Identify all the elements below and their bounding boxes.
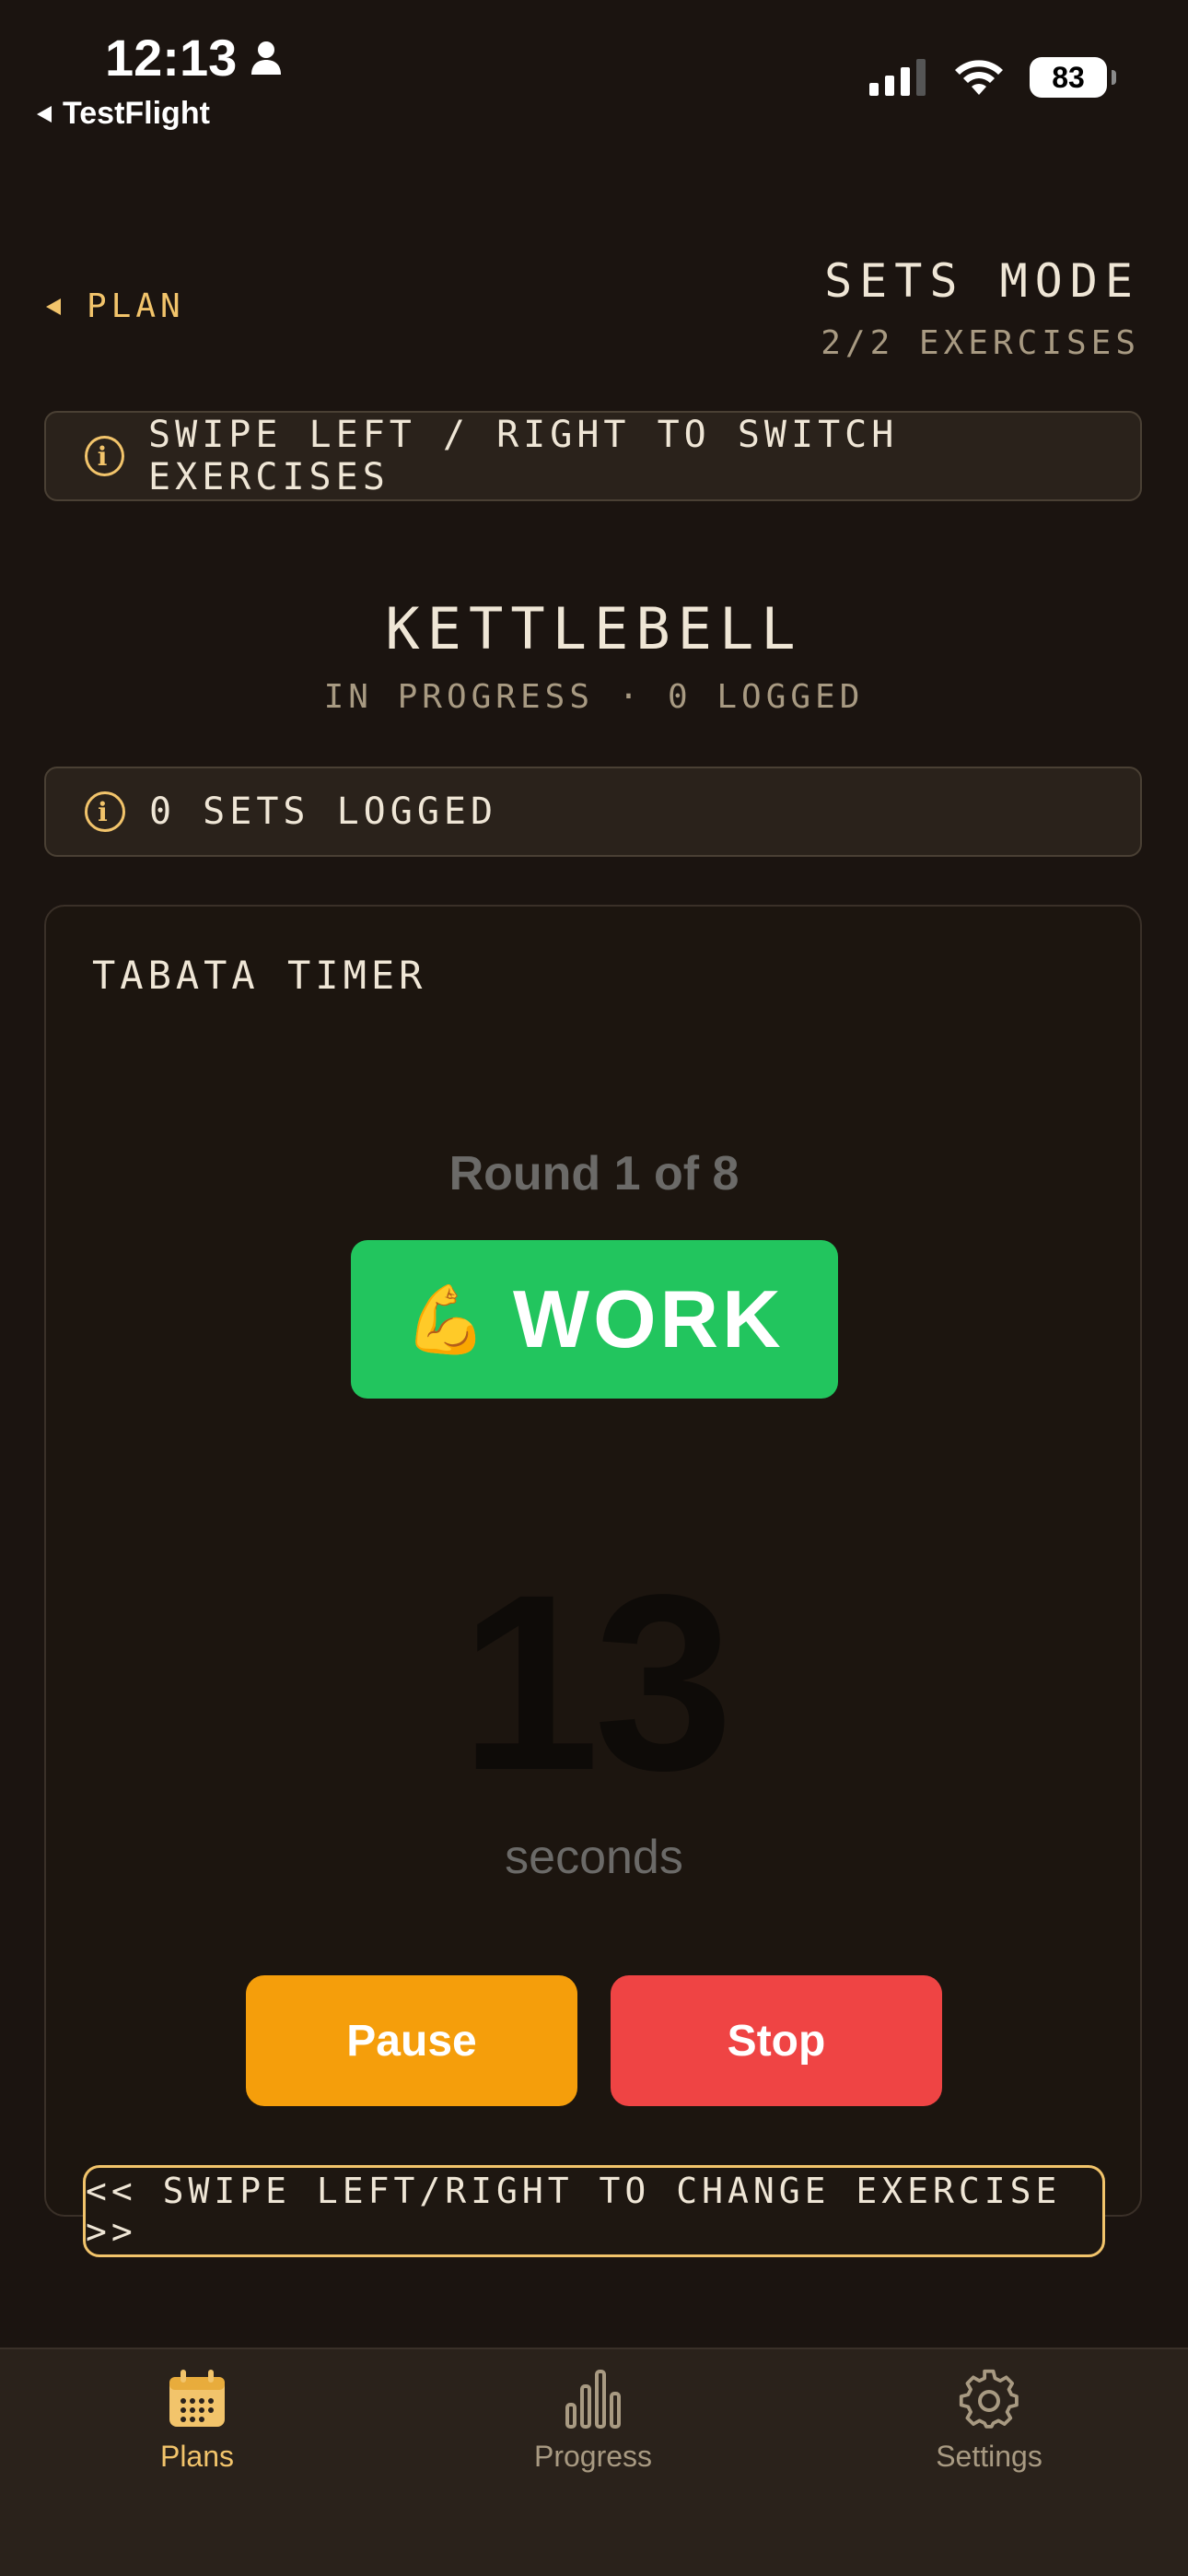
swipe-hint-text: SWIPE LEFT / RIGHT TO SWITCH EXERCISES xyxy=(148,414,899,498)
timer-title: TABATA TIMER xyxy=(92,953,427,998)
caret-left-icon xyxy=(46,298,61,315)
tab-progress-label: Progress xyxy=(533,2440,653,2473)
battery-icon: 83 xyxy=(1030,57,1116,98)
tab-plans[interactable]: Plans xyxy=(59,2368,335,2474)
pause-button[interactable]: Pause xyxy=(246,1975,577,2106)
back-to-plan-button[interactable]: PLAN xyxy=(44,287,185,325)
back-triangle-icon xyxy=(37,105,52,123)
calendar-icon xyxy=(169,2370,225,2427)
back-to-app-link[interactable]: TestFlight xyxy=(35,96,210,132)
signal-icon xyxy=(869,59,926,96)
mode-title: SETS MODE xyxy=(824,254,1140,308)
gear-icon xyxy=(959,2369,1019,2429)
flexed-biceps-icon: 💪 xyxy=(404,1282,492,1357)
tab-settings-label: Settings xyxy=(936,2440,1042,2473)
tab-progress[interactable]: Progress xyxy=(455,2368,731,2474)
exercise-count: 2/2 EXERCISES xyxy=(821,324,1140,362)
countdown-unit: seconds xyxy=(505,1831,683,1884)
exercise-name: KETTLEBELL xyxy=(385,595,803,662)
tab-plans-label: Plans xyxy=(159,2440,235,2473)
round-indicator: Round 1 of 8 xyxy=(448,1147,740,1200)
back-app-label: TestFlight xyxy=(63,96,210,131)
tab-settings[interactable]: Settings xyxy=(851,2368,1127,2474)
countdown-value: 13 xyxy=(460,1542,734,1822)
swipe-hint-box: i SWIPE LEFT / RIGHT TO SWITCH EXERCISES xyxy=(44,411,1142,501)
back-to-plan-label: PLAN xyxy=(87,287,185,325)
phase-label: WORK xyxy=(513,1273,785,1364)
swipe-change-exercise-banner[interactable]: << SWIPE LEFT/RIGHT TO CHANGE EXERCISE >… xyxy=(83,2165,1105,2257)
wifi-icon xyxy=(955,60,1003,95)
status-time: 12:13 xyxy=(105,28,283,88)
battery-level: 83 xyxy=(1052,60,1085,94)
info-icon: i xyxy=(85,791,125,832)
person-icon xyxy=(251,41,282,75)
phase-badge: 💪 WORK xyxy=(351,1240,838,1399)
sets-logged-box: i 0 SETS LOGGED xyxy=(44,767,1142,857)
exercise-status: IN PROGRESS · 0 LOGGED xyxy=(323,678,865,716)
info-icon: i xyxy=(85,436,125,476)
bar-chart-icon xyxy=(565,2370,621,2429)
status-time-text: 12:13 xyxy=(105,29,238,87)
status-indicators: 83 xyxy=(869,57,1116,98)
sets-logged-text: 0 SETS LOGGED xyxy=(149,790,498,833)
stop-button[interactable]: Stop xyxy=(611,1975,942,2106)
